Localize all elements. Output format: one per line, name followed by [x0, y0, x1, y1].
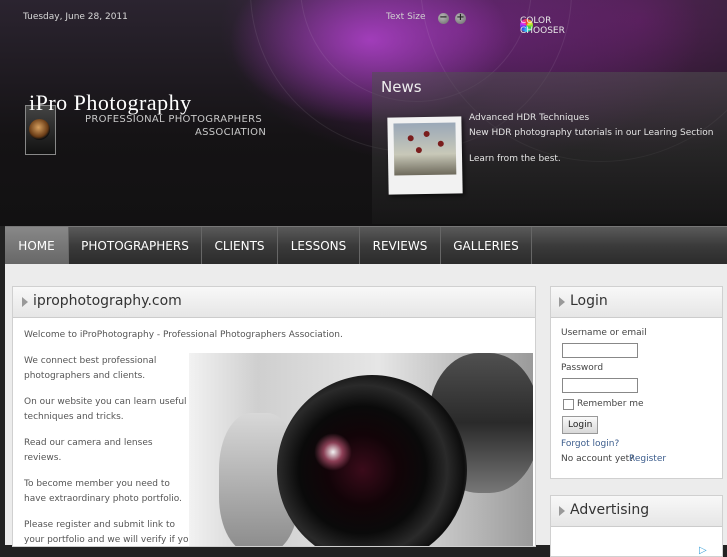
text-size-label: Text Size	[386, 12, 426, 22]
advertising-title: Advertising	[570, 502, 650, 518]
password-field[interactable]	[562, 378, 638, 393]
site-header: Tuesday, June 28, 2011 Text Size − + COL…	[0, 0, 727, 226]
photographer-image	[189, 353, 533, 546]
plus-icon: +	[456, 12, 465, 23]
chevron-right-icon	[22, 297, 28, 307]
nav-item-galleries[interactable]: GALLERIES	[441, 227, 532, 265]
logo-title: iPro Photography	[29, 90, 192, 115]
welcome-text: Welcome to iProPhotography - Professiona…	[24, 330, 343, 340]
login-title: Login	[570, 293, 608, 309]
username-field[interactable]	[562, 343, 638, 358]
login-box: Login Username or email Password Remembe…	[550, 286, 723, 479]
nav-item-clients[interactable]: CLIENTS	[202, 227, 278, 265]
increase-text-size-button[interactable]: +	[455, 13, 466, 24]
paragraph-line: have extraordinary photo portfolio.	[24, 494, 182, 504]
login-header: Login	[551, 287, 722, 318]
news-headline[interactable]: Advanced HDR Techniques	[469, 113, 589, 123]
paragraph-line: To become member you need to	[24, 479, 170, 489]
ad-choices-icon[interactable]: ▷	[699, 545, 707, 556]
news-photo[interactable]	[387, 116, 463, 195]
paragraph-line: your portfolio and we will verify if you	[24, 535, 195, 545]
color-chooser-button[interactable]: COLOR CHOOSER	[520, 16, 565, 36]
chevron-right-icon	[559, 506, 565, 516]
no-account-label: No account yet?	[561, 454, 634, 464]
username-label: Username or email	[561, 328, 647, 338]
news-title: News	[381, 78, 422, 96]
paragraph-line: reviews.	[24, 453, 62, 463]
article-header: iprophotography.com	[13, 287, 535, 318]
logo-subtitle: PROFESSIONAL PHOTOGRAPHERS	[85, 114, 263, 125]
paragraph-line: On our website you can learn useful	[24, 397, 187, 407]
nav-item-lessons[interactable]: LESSONS	[278, 227, 360, 265]
paragraph-line: Please register and submit link to	[24, 520, 176, 530]
nav-item-photographers[interactable]: PHOTOGRAPHERS	[69, 227, 202, 265]
news-panel: News Advanced HDR Techniques New HDR pho…	[372, 72, 727, 224]
chevron-right-icon	[559, 297, 565, 307]
login-button[interactable]: Login	[562, 416, 599, 434]
remember-me-checkbox[interactable]	[563, 399, 574, 410]
password-label: Password	[561, 363, 604, 373]
minus-icon: −	[439, 12, 448, 23]
paragraph-line: photographers and clients.	[24, 371, 146, 381]
color-chooser-label: COLOR CHOOSER	[520, 15, 565, 36]
advertising-box: Advertising ▷	[550, 495, 723, 557]
current-date: Tuesday, June 28, 2011	[23, 12, 128, 22]
main-navigation: HOME PHOTOGRAPHERS CLIENTS LESSONS REVIE…	[5, 226, 727, 265]
nav-item-home[interactable]: HOME	[5, 227, 69, 265]
forgot-login-link[interactable]: Forgot login?	[561, 439, 619, 449]
paragraph-line: techniques and tricks.	[24, 412, 124, 422]
advertising-header: Advertising	[551, 496, 722, 527]
decrease-text-size-button[interactable]: −	[438, 13, 449, 24]
main-article: iprophotography.com Welcome to iProPhoto…	[12, 286, 536, 547]
paragraph-line: Read our camera and lenses	[24, 438, 153, 448]
page-title: iprophotography.com	[33, 293, 182, 309]
logo-subtitle-2: ASSOCIATION	[195, 127, 267, 138]
paragraph-line: We connect best professional	[24, 356, 157, 366]
news-tagline: Learn from the best.	[469, 154, 561, 164]
register-link[interactable]: Register	[629, 454, 666, 464]
nav-item-reviews[interactable]: REVIEWS	[360, 227, 441, 265]
news-text: New HDR photography tutorials in our Lea…	[469, 128, 714, 138]
remember-me-label: Remember me	[577, 399, 644, 409]
